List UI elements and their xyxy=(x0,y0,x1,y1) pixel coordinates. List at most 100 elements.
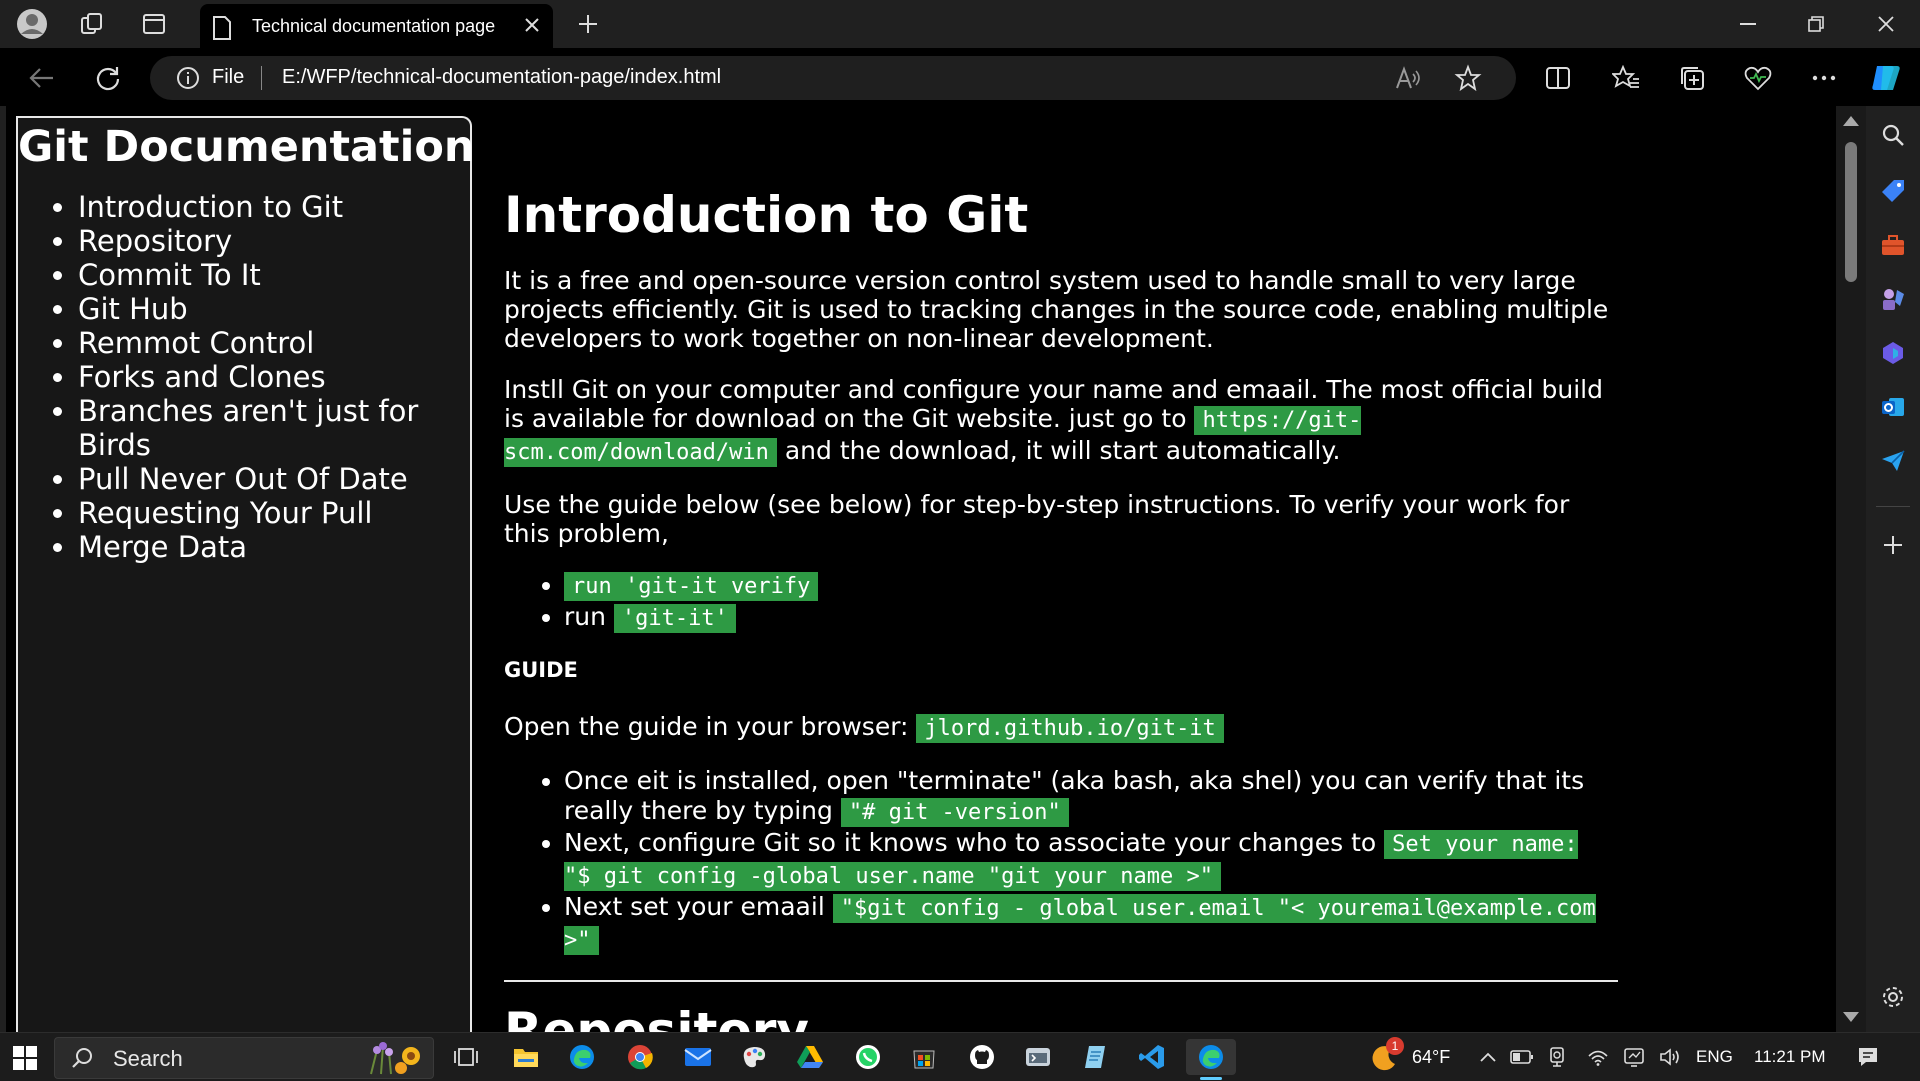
shopping-tag-icon[interactable] xyxy=(1878,176,1908,206)
file-explorer-icon[interactable] xyxy=(504,1039,548,1075)
list-item: Next, configure Git so it knows who to a… xyxy=(564,828,1614,892)
notepad-icon[interactable] xyxy=(1074,1039,1118,1075)
network-status-icon[interactable] xyxy=(1616,1039,1652,1075)
install-text: Instll Git on your computer and configur… xyxy=(504,375,1603,433)
page-document-icon xyxy=(212,16,232,40)
nav-link-introduction-to-git[interactable]: Introduction to Git xyxy=(78,190,343,224)
site-info-icon[interactable] xyxy=(176,66,200,90)
browser-essentials-icon[interactable] xyxy=(1738,58,1778,98)
nav-link-requesting-your-pull[interactable]: Requesting Your Pull xyxy=(78,496,372,530)
nav-link-git-hub[interactable]: Git Hub xyxy=(78,292,188,326)
input-language[interactable]: ENG xyxy=(1696,1047,1733,1067)
outlook-icon[interactable] xyxy=(1878,392,1908,422)
mail-icon[interactable] xyxy=(676,1039,720,1075)
edge-browser-icon[interactable] xyxy=(560,1039,604,1075)
games-icon[interactable] xyxy=(1878,284,1908,314)
edge-active-taskbar-icon[interactable] xyxy=(1186,1039,1236,1075)
taskbar-search-box[interactable]: Search xyxy=(54,1037,434,1079)
nav-item: Requesting Your Pull xyxy=(78,496,438,530)
weather-icon[interactable]: 1 xyxy=(1362,1037,1406,1075)
minimize-icon[interactable] xyxy=(1714,0,1782,48)
weather-temperature[interactable]: 64°F xyxy=(1412,1047,1450,1068)
wifi-icon[interactable] xyxy=(1580,1039,1616,1075)
nav-link-list: Introduction to Git Repository Commit To… xyxy=(18,190,438,564)
address-bar[interactable]: File E:/WFP/technical-documentation-page… xyxy=(150,56,1516,100)
read-aloud-icon[interactable] xyxy=(1394,64,1422,92)
volume-icon[interactable] xyxy=(1652,1039,1688,1075)
step-text: Once eit is installed, open "terminate" … xyxy=(564,766,1585,825)
windows-start-icon[interactable] xyxy=(12,1045,38,1071)
nav-item: Forks and Clones xyxy=(78,360,438,394)
scroll-up-arrow-icon[interactable] xyxy=(1843,116,1859,126)
nav-heading: Git Documentation xyxy=(18,122,475,172)
chrome-icon[interactable] xyxy=(618,1039,662,1075)
weather-badge: 1 xyxy=(1386,1037,1404,1055)
store-icon[interactable] xyxy=(902,1039,946,1075)
search-icon[interactable] xyxy=(1878,120,1908,150)
nav-link-branches[interactable]: Branches aren't just for Birds xyxy=(78,394,418,462)
copilot-icon[interactable] xyxy=(1866,58,1906,98)
workspaces-icon[interactable] xyxy=(74,6,110,42)
battery-icon[interactable] xyxy=(1504,1039,1540,1075)
nav-link-repository[interactable]: Repository xyxy=(78,224,232,258)
browser-tab[interactable]: Technical documentation page xyxy=(200,4,553,48)
show-hidden-icons-chevron-up-icon[interactable] xyxy=(1468,1039,1508,1075)
scroll-thumb[interactable] xyxy=(1845,142,1857,282)
scroll-down-arrow-icon[interactable] xyxy=(1843,1012,1859,1022)
collections-icon[interactable] xyxy=(1672,58,1712,98)
github-icon[interactable] xyxy=(960,1039,1004,1075)
intro-paragraph: It is a free and open-source version con… xyxy=(504,266,1609,353)
list-item: run 'git-it' xyxy=(564,602,1614,634)
close-tab-icon[interactable] xyxy=(523,16,541,34)
add-app-icon[interactable] xyxy=(1878,530,1908,560)
whatsapp-icon[interactable] xyxy=(846,1039,890,1075)
copilot-app-icon[interactable] xyxy=(1878,338,1908,368)
search-label: Search xyxy=(113,1046,183,1071)
page-scrollbar[interactable] xyxy=(1836,106,1866,1032)
nav-link-pull-never-out-of-date[interactable]: Pull Never Out Of Date xyxy=(78,462,408,496)
nav-link-commit-to-it[interactable]: Commit To It xyxy=(78,258,261,292)
split-screen-icon[interactable] xyxy=(1538,58,1578,98)
section-repository: Repository xyxy=(504,1002,1614,1032)
search-icon xyxy=(71,1047,93,1069)
settings-gear-icon[interactable] xyxy=(1878,982,1908,1012)
url-text[interactable]: E:/WFP/technical-documentation-page/inde… xyxy=(282,66,721,89)
install-text-after: and the download, it will start automati… xyxy=(776,436,1341,465)
vscode-icon[interactable] xyxy=(1130,1039,1174,1075)
refresh-icon[interactable] xyxy=(88,58,128,98)
favorites-icon[interactable] xyxy=(1606,58,1646,98)
tools-briefcase-icon[interactable] xyxy=(1878,230,1908,260)
send-icon[interactable] xyxy=(1878,446,1908,476)
run-text: run xyxy=(564,602,614,631)
nav-link-forks-and-clones[interactable]: Forks and Clones xyxy=(78,360,326,394)
camera-privacy-icon[interactable] xyxy=(1540,1039,1576,1075)
profile-icon[interactable] xyxy=(14,6,50,42)
vertical-tabs-icon[interactable] xyxy=(136,6,172,42)
steps-list: Once eit is installed, open "terminate" … xyxy=(504,766,1614,956)
google-drive-icon[interactable] xyxy=(788,1039,832,1075)
clock-time[interactable]: 11:21 PM xyxy=(1754,1047,1826,1067)
browser-toolbar: File E:/WFP/technical-documentation-page… xyxy=(0,48,1920,106)
restore-icon[interactable] xyxy=(1782,0,1850,48)
add-favorite-star-icon[interactable] xyxy=(1454,64,1482,92)
paint-icon[interactable] xyxy=(732,1039,776,1075)
step-code: "# git -version" xyxy=(840,798,1069,827)
verify-code: run 'git-it verify xyxy=(564,572,819,601)
notifications-icon[interactable] xyxy=(1848,1039,1888,1075)
nav-link-remmot-control[interactable]: Remmot Control xyxy=(78,326,314,360)
section-title: Repository xyxy=(504,1002,809,1032)
guide-paragraph: Open the guide in your browser: jlord.gi… xyxy=(504,712,1614,744)
list-item: Next set your emaail "$git config - glob… xyxy=(564,892,1614,956)
nav-link-merge-data[interactable]: Merge Data xyxy=(78,530,247,564)
new-tab-icon[interactable] xyxy=(570,6,606,42)
list-item: run 'git-it verify xyxy=(564,570,1614,602)
close-window-icon[interactable] xyxy=(1852,0,1920,48)
step-text: Next set your emaail xyxy=(564,892,833,921)
more-menu-icon[interactable] xyxy=(1804,58,1844,98)
back-icon[interactable] xyxy=(22,58,62,98)
terminal-app-icon[interactable] xyxy=(1016,1039,1060,1075)
task-view-icon[interactable] xyxy=(444,1039,488,1075)
guide-text: Open the guide in your browser: xyxy=(504,712,917,741)
nav-item: Merge Data xyxy=(78,530,438,564)
section-introduction-to-git: Introduction to Git It is a free and ope… xyxy=(504,186,1618,982)
